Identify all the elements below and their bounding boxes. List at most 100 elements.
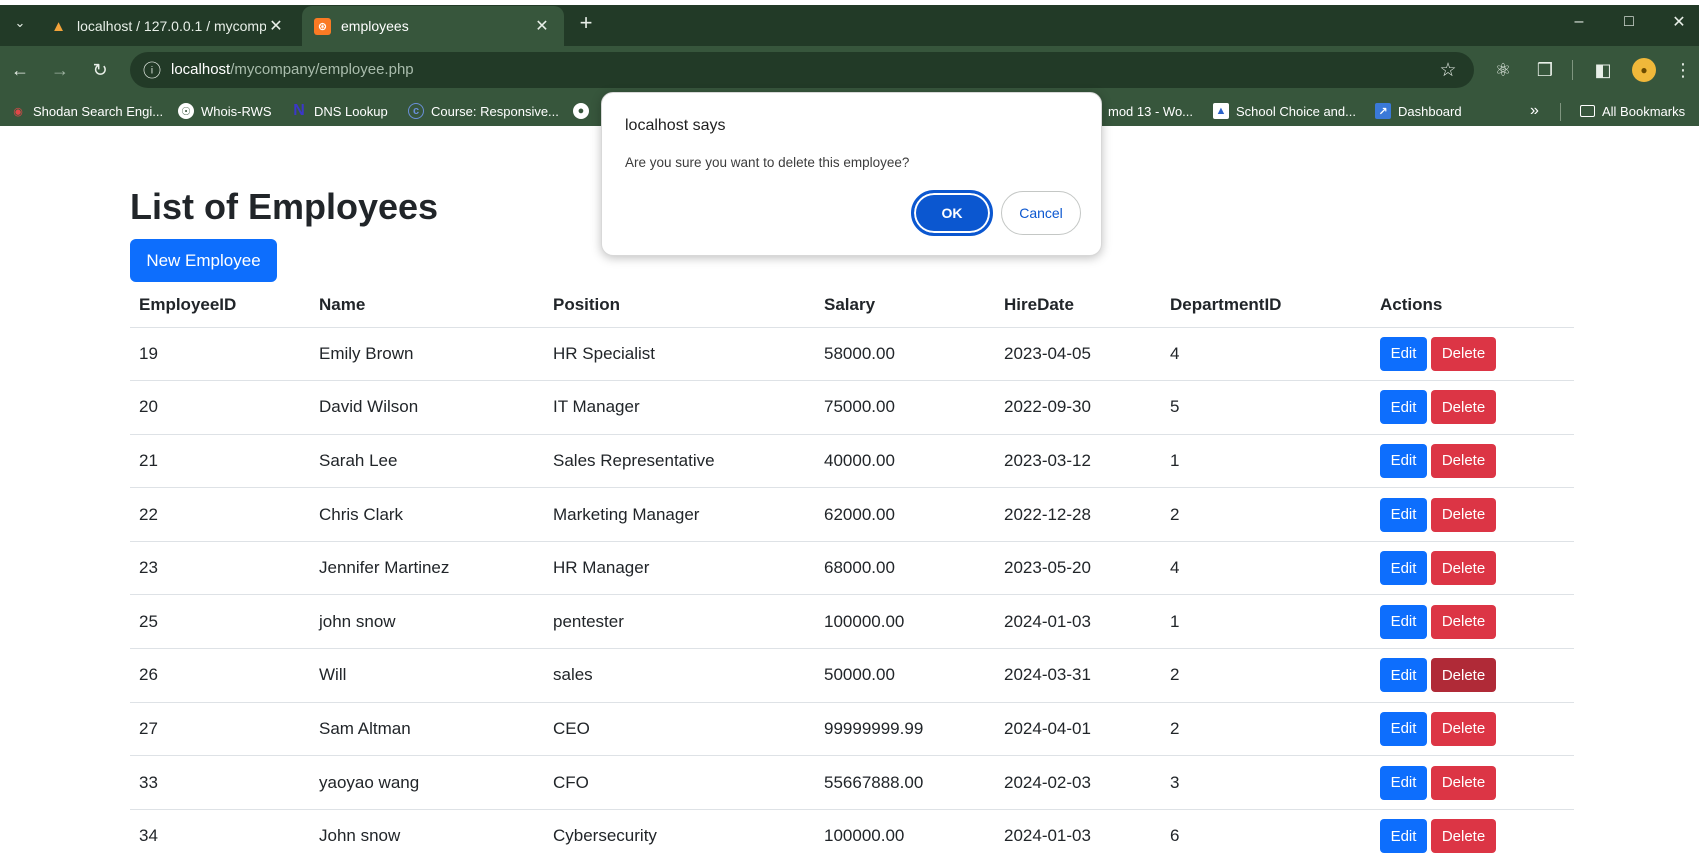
bookmark-star-icon[interactable]: ☆: [1434, 56, 1462, 84]
cell-salary: 62000.00: [815, 487, 995, 542]
xampp-icon: ⊛: [314, 17, 331, 35]
globe-icon: ☉: [178, 103, 194, 119]
close-icon[interactable]: ✕: [532, 16, 552, 36]
cell-name: Sarah Lee: [310, 434, 544, 489]
bookmark-github[interactable]: ●: [573, 101, 596, 121]
employees-table-body: 19 Emily Brown HR Specialist 58000.00 2023-0…: [130, 327, 1574, 858]
delete-button[interactable]: Delete: [1431, 336, 1496, 371]
header-hiredate: HireDate: [995, 283, 1161, 328]
cell-hiredate: 2022-12-28: [995, 487, 1161, 542]
bookmark-dns-lookup[interactable]: N DNS Lookup: [291, 101, 388, 121]
cell-salary: 68000.00: [815, 541, 995, 596]
minimize-icon[interactable]: –: [1556, 8, 1602, 36]
back-arrow-icon[interactable]: ←: [6, 56, 34, 84]
bookmark-shodan[interactable]: ◉ Shodan Search Engi...: [10, 101, 163, 121]
cell-departmentid: 2: [1161, 487, 1371, 542]
cell-position: HR Specialist: [544, 327, 815, 382]
bookmark-dashboard[interactable]: ↗ Dashboard: [1375, 101, 1462, 121]
cell-employeeid: 26: [130, 648, 310, 703]
cell-hiredate: 2023-05-20: [995, 541, 1161, 596]
cell-position: IT Manager: [544, 380, 815, 435]
extensions-puzzle-icon[interactable]: ❒: [1530, 56, 1560, 84]
cell-position: CEO: [544, 702, 815, 757]
employees-table: EmployeeID Name Position Salary HireDate…: [130, 283, 1574, 858]
address-url[interactable]: localhost/mycompany/employee.php: [171, 61, 414, 78]
cell-actions: Edit Delete: [1371, 487, 1574, 542]
site-info-icon[interactable]: i: [143, 61, 161, 79]
table-header-row: EmployeeID Name Position Salary HireDate…: [130, 283, 1574, 328]
menu-kebab-icon[interactable]: ⋮: [1668, 56, 1698, 84]
delete-button[interactable]: Delete: [1431, 711, 1496, 746]
cell-hiredate: 2024-04-01: [995, 702, 1161, 757]
edit-button[interactable]: Edit: [1380, 711, 1427, 746]
header-name: Name: [310, 283, 544, 328]
edit-button[interactable]: Edit: [1380, 497, 1427, 532]
cell-salary: 100000.00: [815, 809, 995, 858]
edit-button[interactable]: Edit: [1380, 443, 1427, 478]
table-row: 34 John snow Cybersecurity 100000.00 2024-01…: [130, 809, 1574, 858]
cell-salary: 58000.00: [815, 327, 995, 382]
cell-position: HR Manager: [544, 541, 815, 596]
reload-icon[interactable]: ↻: [86, 56, 114, 84]
delete-button[interactable]: Delete: [1431, 551, 1496, 586]
new-tab-plus-icon[interactable]: +: [572, 9, 600, 37]
edit-button[interactable]: Edit: [1380, 390, 1427, 425]
forward-arrow-icon[interactable]: →: [46, 56, 74, 84]
edit-button[interactable]: Edit: [1380, 658, 1427, 693]
cell-employeeid: 27: [130, 702, 310, 757]
delete-button[interactable]: Delete: [1431, 443, 1496, 478]
delete-button[interactable]: Delete: [1431, 390, 1496, 425]
bookmarks-overflow-icon[interactable]: »: [1530, 101, 1539, 121]
delete-button[interactable]: Delete: [1431, 658, 1496, 693]
cell-actions: Edit Delete: [1371, 809, 1574, 858]
edit-button[interactable]: Edit: [1380, 765, 1427, 800]
cell-name: john snow: [310, 594, 544, 650]
edit-button[interactable]: Edit: [1380, 819, 1427, 854]
header-employeeid: EmployeeID: [130, 283, 310, 328]
delete-button[interactable]: Delete: [1431, 497, 1496, 532]
table-row: 20 David Wilson IT Manager 75000.00 2022-09-…: [130, 380, 1574, 435]
cell-departmentid: 1: [1161, 594, 1371, 650]
table-row: 22 Chris Clark Marketing Manager 62000.00 20…: [130, 487, 1574, 542]
table-row: 21 Sarah Lee Sales Representative 40000.00 2…: [130, 434, 1574, 489]
dialog-title: localhost says: [625, 117, 726, 134]
bookmark-whois[interactable]: ☉ Whois-RWS: [178, 101, 272, 121]
course-icon: c: [408, 103, 424, 119]
cell-departmentid: 2: [1161, 648, 1371, 703]
dashboard-icon: ↗: [1375, 103, 1391, 119]
all-bookmarks[interactable]: All Bookmarks: [1580, 101, 1685, 121]
cell-employeeid: 22: [130, 487, 310, 542]
cell-hiredate: 2022-09-30: [995, 380, 1161, 435]
cell-position: CFO: [544, 755, 815, 810]
cell-salary: 100000.00: [815, 594, 995, 650]
edit-button[interactable]: Edit: [1380, 551, 1427, 586]
side-panel-icon[interactable]: ◧: [1588, 56, 1618, 84]
close-icon[interactable]: ✕: [266, 16, 286, 36]
bookmark-course[interactable]: c Course: Responsive...: [408, 101, 559, 121]
cell-hiredate: 2023-03-12: [995, 434, 1161, 489]
dialog-cancel-button[interactable]: Cancel: [1001, 191, 1081, 235]
delete-button[interactable]: Delete: [1431, 819, 1496, 854]
cell-departmentid: 4: [1161, 541, 1371, 596]
cell-salary: 55667888.00: [815, 755, 995, 810]
tab-employees[interactable]: ⊛ employees ✕: [302, 6, 564, 46]
cell-employeeid: 34: [130, 809, 310, 858]
edit-button[interactable]: Edit: [1380, 336, 1427, 371]
table-row: 19 Emily Brown HR Specialist 58000.00 2023-0…: [130, 327, 1574, 382]
profile-avatar[interactable]: ●: [1632, 58, 1656, 82]
maximize-icon[interactable]: □: [1606, 8, 1652, 36]
tab-search-chevron-icon[interactable]: ⌄: [8, 9, 32, 37]
cell-name: Will: [310, 648, 544, 703]
delete-button[interactable]: Delete: [1431, 765, 1496, 800]
tab-phpmyadmin[interactable]: ▲ localhost / 127.0.0.1 / mycompa ✕: [38, 6, 298, 46]
bookmarks-divider: [1560, 103, 1561, 121]
cell-departmentid: 5: [1161, 380, 1371, 435]
delete-button[interactable]: Delete: [1431, 604, 1496, 639]
edit-button[interactable]: Edit: [1380, 604, 1427, 639]
extension-atom-icon[interactable]: ⚛: [1488, 56, 1518, 84]
window-close-icon[interactable]: ✕: [1656, 8, 1699, 36]
bookmark-mod13[interactable]: mod 13 - Wo...: [1108, 101, 1193, 121]
new-employee-button[interactable]: New Employee: [130, 239, 277, 282]
bookmark-school-choice[interactable]: ▲ School Choice and...: [1213, 101, 1356, 121]
dialog-ok-button[interactable]: OK: [911, 190, 993, 236]
